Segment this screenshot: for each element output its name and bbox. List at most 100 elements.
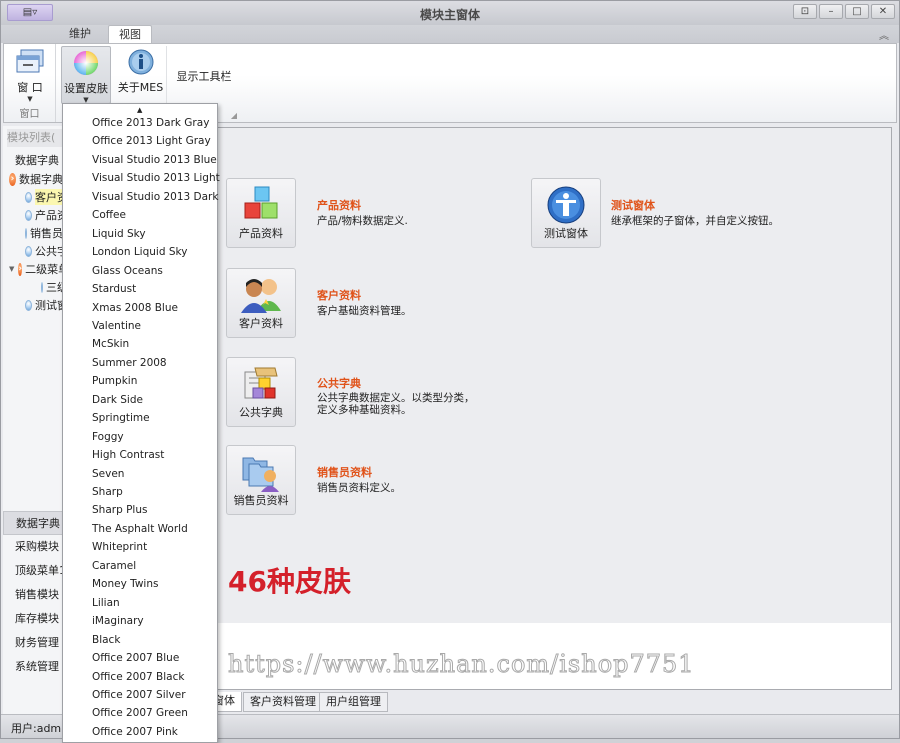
skin-menu-item[interactable]: Visual Studio 2013 Blue bbox=[92, 151, 217, 169]
card-title: 测试窗体 bbox=[611, 199, 655, 212]
blue-bubble-icon bbox=[25, 191, 32, 203]
nav-item[interactable]: 采购模块 bbox=[3, 535, 63, 559]
close-button[interactable]: ✕ bbox=[871, 4, 895, 19]
collapse-ribbon-icon[interactable]: ︽ bbox=[879, 27, 889, 42]
skin-menu-item[interactable]: Office 2007 Black bbox=[92, 668, 184, 686]
skin-menu-item[interactable]: Office 2007 Silver bbox=[92, 686, 186, 704]
tab-maintain[interactable]: 维护 bbox=[59, 25, 101, 43]
window-button[interactable]: 窗 口 ▼ bbox=[8, 46, 52, 104]
info-icon bbox=[128, 49, 153, 75]
dialog-launcher-icon[interactable]: ◢ bbox=[231, 111, 237, 120]
card-title: 客户资料 bbox=[317, 289, 361, 302]
maximize-button[interactable]: □ bbox=[845, 4, 869, 19]
restore-layout-button[interactable]: ⊡ bbox=[793, 4, 817, 19]
skin-menu-item[interactable]: Lilian bbox=[92, 594, 120, 612]
tree-item[interactable]: › 数据字典 bbox=[9, 170, 63, 188]
skin-menu-item[interactable]: High Contrast bbox=[92, 446, 164, 464]
tree-item[interactable]: ▼ ›二级菜单 bbox=[9, 260, 63, 278]
nav-item[interactable]: 顶级菜单1 bbox=[3, 559, 63, 583]
skin-menu-item[interactable]: Valentine bbox=[92, 317, 141, 335]
salesperson-card-button[interactable]: 销售员资料 bbox=[226, 445, 296, 515]
skin-menu-item[interactable]: Liquid Sky bbox=[92, 225, 146, 243]
skin-menu-item[interactable]: Office 2007 Green bbox=[92, 704, 188, 722]
card-title: 销售员资料 bbox=[317, 466, 372, 479]
dictionary-card-button[interactable]: 公共字典 bbox=[226, 357, 296, 427]
show-toolbar-label: 显示工具栏 bbox=[176, 70, 232, 83]
skin-menu-item[interactable]: Dark Side bbox=[92, 391, 143, 409]
doc-tab[interactable]: 客户资料管理 bbox=[243, 692, 323, 712]
skin-menu-item[interactable]: The Asphalt World bbox=[92, 520, 188, 538]
card-description-line2: 定义多种基础资料。 bbox=[317, 404, 412, 416]
skin-menu-item[interactable]: Office 2013 Light Gray bbox=[92, 132, 211, 150]
show-toolbar-button[interactable]: 显示工具栏 bbox=[173, 68, 235, 88]
card-label: 销售员资料 bbox=[233, 494, 289, 507]
orange-arrow-icon: › bbox=[9, 172, 16, 186]
skin-menu-item[interactable]: Pumpkin bbox=[92, 372, 137, 390]
skin-menu-item[interactable]: Foggy bbox=[92, 428, 124, 446]
skin-menu-item[interactable]: Glass Oceans bbox=[92, 262, 163, 280]
skin-menu-item[interactable]: Office 2007 Blue bbox=[92, 649, 179, 667]
skin-menu-item[interactable]: Stardust bbox=[92, 280, 136, 298]
module-nav: 数据字典 采购模块 顶级菜单1 销售模块 库存模块 财务管理 系统管理 bbox=[3, 511, 63, 679]
skin-menu-item[interactable]: Coffee bbox=[92, 206, 126, 224]
window-icon bbox=[16, 49, 44, 73]
skin-menu-item[interactable]: Summer 2008 bbox=[92, 354, 167, 372]
scroll-up-icon[interactable]: ▲ bbox=[137, 106, 142, 114]
window-title: 模块主窗体 bbox=[419, 8, 480, 22]
skin-menu-item[interactable]: Springtime bbox=[92, 409, 150, 427]
skin-menu-item[interactable]: Visual Studio 2013 Light bbox=[92, 169, 220, 187]
salesperson-icon bbox=[242, 457, 279, 492]
skin-menu-item[interactable]: London Liquid Sky bbox=[92, 243, 187, 261]
doc-tab[interactable]: 用户组管理 bbox=[319, 692, 388, 712]
set-skin-label: 设置皮肤 bbox=[64, 82, 108, 95]
nav-item[interactable]: 销售模块 bbox=[3, 583, 63, 607]
card-title: 公共字典 bbox=[317, 377, 361, 390]
skin-menu-item[interactable]: Money Twins bbox=[92, 575, 158, 593]
minimize-button[interactable]: – bbox=[819, 4, 843, 19]
expand-arrow-icon[interactable]: ▼ bbox=[9, 265, 14, 273]
blue-bubble-icon bbox=[25, 299, 32, 311]
nav-item[interactable]: 财务管理 bbox=[3, 631, 63, 655]
skin-menu-item[interactable]: Xmas 2008 Blue bbox=[92, 299, 178, 317]
set-skin-button[interactable]: 设置皮肤 ▼ bbox=[61, 46, 111, 104]
about-mes-button[interactable]: 关于MES bbox=[115, 46, 167, 104]
nav-item[interactable]: 库存模块 bbox=[3, 607, 63, 631]
tree-item-label: 数据字典 bbox=[19, 173, 63, 186]
tab-view[interactable]: 视图 bbox=[108, 25, 152, 43]
skin-menu-item[interactable]: Office 2007 Pink bbox=[92, 723, 178, 741]
skin-menu-item[interactable]: Whiteprint bbox=[92, 538, 147, 556]
card-label: 产品资料 bbox=[239, 227, 283, 240]
skin-menu-item[interactable]: Visual Studio 2013 Dark bbox=[92, 188, 218, 206]
card-description: 继承框架的子窗体，并自定义按钮。 bbox=[611, 215, 779, 227]
about-mes-label: 关于MES bbox=[117, 81, 164, 94]
ribbon-tabs: 维护 视图 ︽ bbox=[1, 25, 899, 43]
color-wheel-icon bbox=[74, 51, 98, 75]
customer-card-button[interactable]: 客户资料 bbox=[226, 268, 296, 338]
card-description: 产品/物料数据定义. bbox=[317, 215, 408, 227]
main-window: ▤▿ 模块主窗体 ⊡ – □ ✕ 维护 视图 ︽ 窗 口 ▼ 窗口 设置皮肤 ▼… bbox=[0, 0, 900, 743]
nav-item[interactable]: 数据字典 bbox=[3, 511, 63, 535]
nav-item[interactable]: 系统管理 bbox=[3, 655, 63, 679]
card-description: 销售员资料定义。 bbox=[317, 482, 401, 494]
skin-menu-item[interactable]: Sharp bbox=[92, 483, 123, 501]
content-area: 产品资料 产品资料 产品/物料数据定义. 客户资料 客户资料 客户基础资料管理。 bbox=[215, 127, 892, 690]
tree-item-label: 二级菜单 bbox=[25, 263, 63, 276]
test-form-card-button[interactable]: 测试窗体 bbox=[531, 178, 601, 248]
dictionary-icon bbox=[244, 367, 278, 399]
product-card-button[interactable]: 产品资料 bbox=[226, 178, 296, 248]
skin-menu-item[interactable]: Office 2013 Dark Gray bbox=[92, 114, 209, 132]
skin-menu-item[interactable]: iMaginary bbox=[92, 612, 144, 630]
skin-menu-item[interactable]: Caramel bbox=[92, 557, 136, 575]
ribbon-group-label: 窗口 bbox=[19, 109, 40, 120]
module-panel-subtitle: 数据字典 bbox=[15, 154, 59, 167]
skin-menu-item[interactable]: Seven bbox=[92, 465, 124, 483]
people-icon bbox=[241, 279, 281, 313]
blue-bubble-icon bbox=[25, 227, 27, 239]
dropdown-arrow-icon: ▼ bbox=[27, 95, 33, 103]
skin-menu-item[interactable]: Sharp Plus bbox=[92, 501, 147, 519]
orange-arrow-icon: › bbox=[18, 262, 23, 276]
skin-menu-item[interactable]: Black bbox=[92, 631, 120, 649]
module-panel-header: 模块列表( bbox=[7, 129, 67, 147]
skin-menu-item[interactable]: McSkin bbox=[92, 335, 129, 353]
card-title: 产品资料 bbox=[317, 199, 361, 212]
